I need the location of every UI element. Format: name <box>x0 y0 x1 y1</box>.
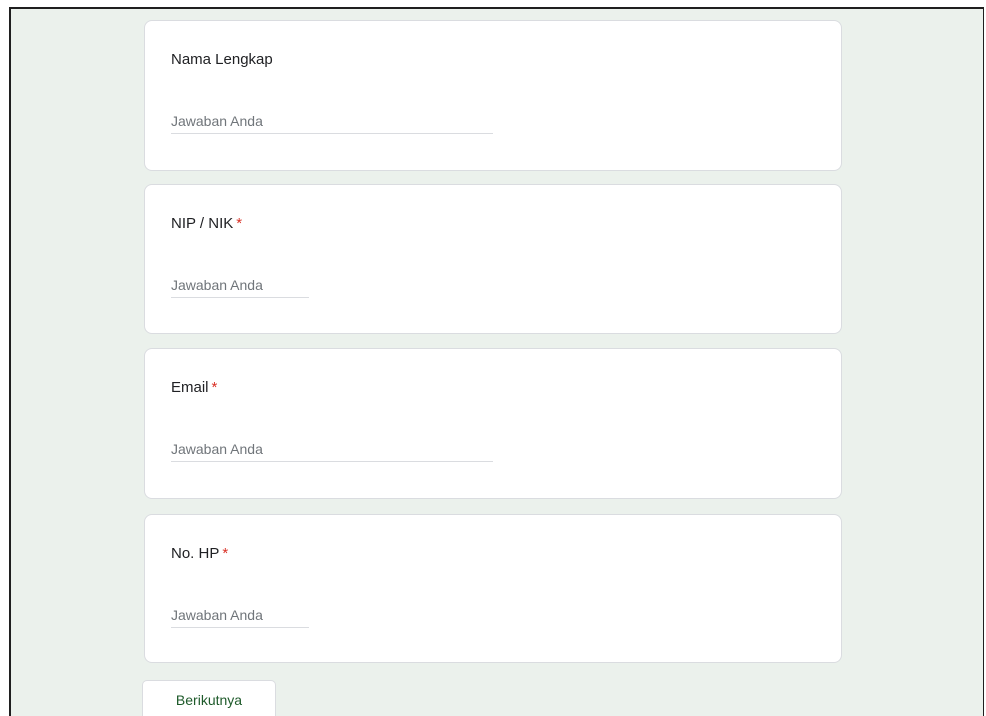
required-asterisk: * <box>236 215 243 232</box>
phone-input[interactable] <box>171 603 309 628</box>
question-card-full-name: Nama Lengkap <box>144 20 842 171</box>
full-name-input[interactable] <box>171 109 493 134</box>
required-asterisk: * <box>211 379 218 396</box>
required-asterisk: * <box>222 545 229 562</box>
question-label: Email <box>171 379 209 396</box>
question-title-email: Email * <box>171 379 217 396</box>
question-card-phone: No. HP * <box>144 514 842 663</box>
next-button[interactable]: Berikutnya <box>142 680 276 716</box>
email-input[interactable] <box>171 437 493 462</box>
question-label: NIP / NIK <box>171 215 234 232</box>
question-title-phone: No. HP * <box>171 545 228 562</box>
question-title-nip-nik: NIP / NIK * <box>171 215 242 232</box>
question-title-full-name: Nama Lengkap <box>171 51 273 68</box>
question-card-email: Email * <box>144 348 842 499</box>
form-viewport: Nama Lengkap NIP / NIK* Email* No. HP* B… <box>9 7 984 716</box>
question-card-nip-nik: NIP / NIK * <box>144 184 842 334</box>
nip-nik-input[interactable] <box>171 273 309 298</box>
question-label: No. HP <box>171 545 220 562</box>
question-label: Nama Lengkap <box>171 51 273 68</box>
